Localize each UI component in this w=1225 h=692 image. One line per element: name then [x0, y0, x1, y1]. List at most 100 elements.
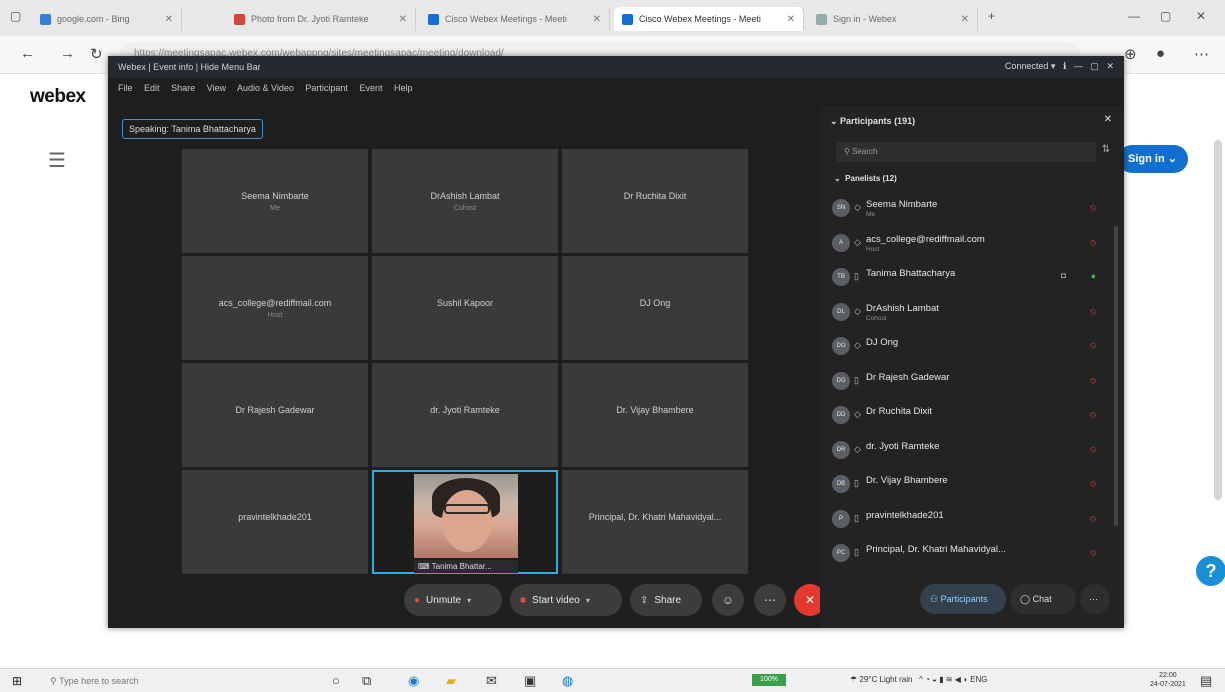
close-icon[interactable]: ✕ — [1104, 114, 1112, 125]
connection-status[interactable]: Connected — [1005, 61, 1049, 71]
more-options-icon[interactable]: ⋯ — [754, 584, 786, 616]
chat-button[interactable]: ◯ Chat — [1010, 584, 1076, 614]
forward-icon[interactable]: → — [60, 45, 75, 62]
close-icon[interactable]: ✕ — [393, 14, 407, 25]
close-icon[interactable]: ✕ — [159, 14, 173, 25]
participants-panel-title[interactable]: ⌄ Participants (191) — [830, 116, 915, 127]
page-scrollbar[interactable] — [1214, 140, 1222, 500]
participant-search-input[interactable]: ⚲ Search — [836, 142, 1096, 162]
muted-mic-icon[interactable]: ⦸ — [1090, 237, 1096, 248]
unmuted-mic-icon[interactable]: ● — [1091, 271, 1096, 281]
unmute-button[interactable]: ● Unmute ▾ — [404, 584, 502, 616]
close-window-icon[interactable]: ✕ — [1196, 9, 1206, 23]
list-item[interactable]: A ◇ acs_college@rediffmail.com Host ⦸ — [832, 227, 1102, 262]
share-button[interactable]: ⇪ Share — [630, 584, 702, 616]
list-item[interactable]: DB ▯ Dr. Vijay Bhambere ⦸ — [832, 468, 1102, 503]
mail-icon[interactable]: ✉ — [486, 673, 497, 689]
notifications-icon[interactable]: ▤ — [1200, 673, 1212, 689]
close-icon[interactable]: ✕ — [1106, 61, 1114, 71]
muted-mic-icon[interactable]: ⦸ — [1090, 409, 1096, 420]
video-tile[interactable]: dr. Jyoti Ramteke — [372, 363, 558, 467]
windows-start-icon[interactable]: ⊞ — [12, 674, 22, 688]
tray-icons[interactable]: ^ ◔ ◒ ▮ ≋ ◀ ◗ — [915, 675, 971, 684]
list-item[interactable]: DO ◇ DJ Ong ⦸ — [832, 330, 1102, 365]
weather-text[interactable]: 29°C Light rain — [859, 675, 912, 684]
photos-icon[interactable]: ▣ — [524, 673, 536, 689]
refresh-icon[interactable]: ↻ — [90, 45, 103, 63]
menu-view[interactable]: View — [207, 83, 226, 93]
list-item[interactable]: DD ◇ Dr Ruchita Dixit ⦸ — [832, 399, 1102, 434]
muted-mic-icon[interactable]: ⦸ — [1090, 375, 1096, 386]
close-icon[interactable]: ✕ — [781, 14, 795, 25]
menu-help[interactable]: Help — [394, 83, 413, 93]
muted-mic-icon[interactable]: ⦸ — [1090, 340, 1096, 351]
list-item[interactable]: DG ▯ Dr Rajesh Gadewar ⦸ — [832, 365, 1102, 400]
minimize-icon[interactable]: — — [1128, 9, 1140, 23]
video-tile[interactable]: Sushil Kapoor — [372, 256, 558, 360]
menu-participant[interactable]: Participant — [305, 83, 348, 93]
clock[interactable]: 22:00 24-07-2021 — [1150, 671, 1186, 689]
video-tile[interactable]: Dr. Vijay Bhambere — [562, 363, 748, 467]
browser-tab-webex-2[interactable]: Cisco Webex Meetings - Meeti ✕ — [614, 7, 804, 31]
menu-file[interactable]: File — [118, 83, 133, 93]
menu-share[interactable]: Share — [171, 83, 195, 93]
sign-in-button[interactable]: Sign in ⌄ — [1118, 145, 1188, 173]
video-tile[interactable]: DrAshish Lambat Cohost — [372, 149, 558, 253]
hamburger-menu-icon[interactable]: ☰ — [48, 148, 66, 173]
video-tile-active-speaker[interactable]: ⌨ Tanima Bhattar... — [372, 470, 558, 574]
task-view-icon[interactable]: ⧉ — [362, 673, 371, 689]
meeting-title[interactable]: Webex | Event info | Hide Menu Bar — [118, 62, 261, 72]
video-tile[interactable]: acs_college@rediffmail.com Host — [182, 256, 368, 360]
close-icon[interactable]: ✕ — [587, 14, 601, 25]
muted-mic-icon[interactable]: ⦸ — [1090, 306, 1096, 317]
sort-icon[interactable]: ⇅ — [1102, 144, 1110, 155]
list-item[interactable]: P ▯ pravintelkhade201 ⦸ — [832, 503, 1102, 538]
video-tile[interactable]: Seema Nimbarte Me — [182, 149, 368, 253]
edge-icon[interactable]: ◉ — [408, 673, 419, 689]
menu-event[interactable]: Event — [359, 83, 382, 93]
more-icon[interactable]: ⋯ — [1194, 45, 1209, 63]
list-item[interactable]: SN ◇ Seema Nimbarte Me ⦸ — [832, 192, 1102, 227]
battery-indicator[interactable]: 100% — [752, 674, 786, 686]
video-tile[interactable]: Dr Ruchita Dixit — [562, 149, 748, 253]
muted-mic-icon[interactable]: ⦸ — [1090, 478, 1096, 489]
menu-edit[interactable]: Edit — [144, 83, 160, 93]
new-tab-icon[interactable]: + — [988, 9, 995, 23]
collapse-icon[interactable]: ⌄ — [830, 116, 840, 126]
info-icon[interactable]: ℹ — [1058, 61, 1071, 71]
video-tile[interactable]: Dr Rajesh Gadewar — [182, 363, 368, 467]
chevron-down-icon[interactable]: ▾ — [467, 596, 471, 605]
taskbar-search-input[interactable]: ⚲ Type here to search — [40, 671, 300, 691]
browser-tab-bing[interactable]: google.com - Bing ✕ — [32, 7, 182, 31]
chevron-down-icon[interactable]: ▾ — [586, 596, 590, 605]
browser-tab-webex-1[interactable]: Cisco Webex Meetings - Meeti ✕ — [420, 7, 610, 31]
file-explorer-icon[interactable]: ▰ — [446, 673, 456, 689]
start-video-button[interactable]: ■ Start video ▾ — [510, 584, 622, 616]
panel-scrollbar[interactable] — [1114, 226, 1118, 526]
participants-button[interactable]: ⚇ Participants — [920, 584, 1006, 614]
collapse-icon[interactable]: ⌄ — [834, 174, 845, 183]
list-item[interactable]: PC ▯ Principal, Dr. Khatri Mahavidyal...… — [832, 537, 1102, 572]
video-tile[interactable]: DJ Ong — [562, 256, 748, 360]
muted-mic-icon[interactable]: ⦸ — [1090, 444, 1096, 455]
menu-audio-video[interactable]: Audio & Video — [237, 83, 294, 93]
window-menu-icon[interactable]: ▢ — [10, 9, 21, 23]
browser-tab-gmail[interactable]: Photo from Dr. Jyoti Ramteke ✕ — [226, 7, 416, 31]
reactions-icon[interactable]: ☺ — [712, 584, 744, 616]
close-icon[interactable]: ✕ — [955, 14, 969, 25]
video-tile[interactable]: Principal, Dr. Khatri Mahavidyal... — [562, 470, 748, 574]
list-item[interactable]: TB ▯ Tanima Bhattacharya ◘ ● — [832, 261, 1102, 296]
maximize-icon[interactable]: ▢ — [1090, 61, 1104, 71]
webex-taskbar-icon[interactable]: ◍ — [562, 673, 573, 689]
language-indicator[interactable]: ENG — [970, 675, 987, 684]
cortana-icon[interactable]: ○ — [332, 673, 340, 688]
help-icon[interactable]: ? — [1196, 556, 1225, 586]
extensions-icon[interactable]: ⊕ — [1124, 45, 1137, 63]
minimize-icon[interactable]: — — [1074, 61, 1088, 71]
panelists-section-header[interactable]: ⌄ Panelists (12) — [834, 174, 897, 183]
list-item[interactable]: DL ◇ DrAshish Lambat Cohost ⦸ — [832, 296, 1102, 331]
list-item[interactable]: DR ◇ dr. Jyoti Ramteke ⦸ — [832, 434, 1102, 469]
more-panels-icon[interactable]: ⋯ — [1080, 584, 1110, 614]
video-tile[interactable]: pravintelkhade201 — [182, 470, 368, 574]
maximize-icon[interactable]: ▢ — [1160, 9, 1171, 23]
